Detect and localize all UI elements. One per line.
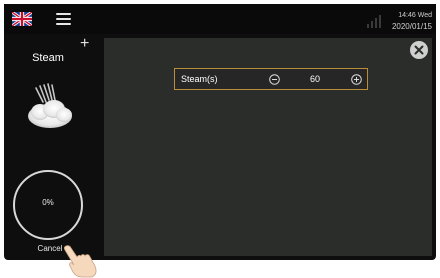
steam-time-label: Steam(s) — [181, 74, 218, 84]
clock: 14:46 Wed 2020/01/15 — [392, 10, 432, 32]
signal-strength-icon — [367, 15, 381, 28]
mode-title: Steam — [32, 52, 64, 64]
hamburger-menu-icon[interactable] — [56, 13, 71, 25]
clock-time: 14:46 Wed — [398, 12, 432, 19]
steam-time-value[interactable]: 60 — [305, 74, 325, 84]
plus-icon[interactable]: + — [80, 36, 89, 52]
pointing-hand-icon — [63, 245, 97, 278]
steam-time-setting: Steam(s) 60 — [174, 68, 368, 90]
uk-flag-icon[interactable] — [12, 12, 32, 26]
minus-circle-icon[interactable] — [269, 74, 280, 85]
plus-circle-icon[interactable] — [351, 74, 362, 85]
close-icon[interactable] — [410, 41, 428, 59]
top-bar: 14:46 Wed 2020/01/15 — [4, 4, 436, 34]
steam-cloud-icon — [28, 83, 72, 128]
clock-date: 2020/01/15 — [391, 22, 432, 31]
progress-percent: 0% — [42, 198, 54, 207]
